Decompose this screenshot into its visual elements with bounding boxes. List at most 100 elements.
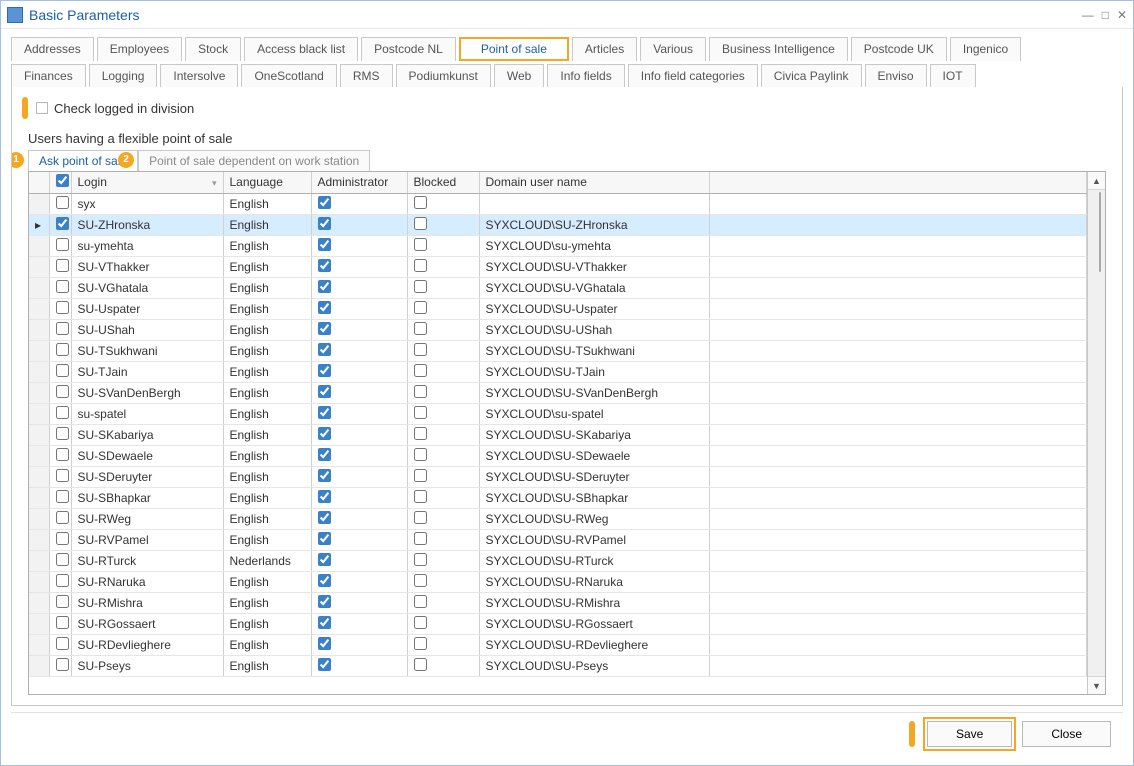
- row-select-cell[interactable]: [49, 403, 71, 424]
- close-window-button[interactable]: ✕: [1117, 8, 1127, 22]
- cell-admin[interactable]: [311, 571, 407, 592]
- cell-blocked[interactable]: [407, 529, 479, 550]
- row-select-cell[interactable]: [49, 613, 71, 634]
- cell-admin[interactable]: [311, 340, 407, 361]
- tab-various[interactable]: Various: [640, 37, 706, 61]
- cell-admin[interactable]: [311, 319, 407, 340]
- tab-info-field-categories[interactable]: Info field categories: [628, 64, 758, 87]
- row-select-cell[interactable]: [49, 319, 71, 340]
- cell-admin[interactable]: [311, 361, 407, 382]
- cell-blocked[interactable]: [407, 487, 479, 508]
- cell-admin[interactable]: [311, 466, 407, 487]
- table-row[interactable]: SU-RDevlieghereEnglishSYXCLOUD\SU-RDevli…: [29, 634, 1087, 655]
- col-domain[interactable]: Domain user name: [479, 172, 709, 193]
- cell-blocked[interactable]: [407, 634, 479, 655]
- save-button[interactable]: Save: [927, 721, 1012, 747]
- row-select-cell[interactable]: [49, 508, 71, 529]
- cell-admin[interactable]: [311, 508, 407, 529]
- cell-admin[interactable]: [311, 382, 407, 403]
- cell-blocked[interactable]: [407, 361, 479, 382]
- cell-blocked[interactable]: [407, 571, 479, 592]
- cell-blocked[interactable]: [407, 256, 479, 277]
- cell-blocked[interactable]: [407, 655, 479, 676]
- cell-blocked[interactable]: [407, 193, 479, 214]
- col-blocked[interactable]: Blocked: [407, 172, 479, 193]
- col-login[interactable]: Login▾: [71, 172, 223, 193]
- grid-scrollbar[interactable]: ▲ ▼: [1087, 172, 1105, 694]
- table-row[interactable]: SU-RNarukaEnglishSYXCLOUD\SU-RNaruka: [29, 571, 1087, 592]
- row-select-cell[interactable]: [49, 445, 71, 466]
- cell-blocked[interactable]: [407, 277, 479, 298]
- cell-blocked[interactable]: [407, 613, 479, 634]
- scroll-thumb[interactable]: [1099, 192, 1101, 272]
- cell-blocked[interactable]: [407, 214, 479, 235]
- cell-admin[interactable]: [311, 235, 407, 256]
- cell-blocked[interactable]: [407, 319, 479, 340]
- cell-blocked[interactable]: [407, 508, 479, 529]
- col-language[interactable]: Language: [223, 172, 311, 193]
- table-row[interactable]: SU-RTurckNederlandsSYXCLOUD\SU-RTurck: [29, 550, 1087, 571]
- table-row[interactable]: SU-UShahEnglishSYXCLOUD\SU-UShah: [29, 319, 1087, 340]
- table-row[interactable]: SU-UspaterEnglishSYXCLOUD\SU-Uspater: [29, 298, 1087, 319]
- table-row[interactable]: SU-RVPamelEnglishSYXCLOUD\SU-RVPamel: [29, 529, 1087, 550]
- tab-postcode-nl[interactable]: Postcode NL: [361, 37, 456, 61]
- row-select-cell[interactable]: [49, 592, 71, 613]
- table-row[interactable]: SU-SBhapkarEnglishSYXCLOUD\SU-SBhapkar: [29, 487, 1087, 508]
- row-select-cell[interactable]: [49, 361, 71, 382]
- tab-addresses[interactable]: Addresses: [11, 37, 94, 61]
- row-select-cell[interactable]: [49, 235, 71, 256]
- tab-logging[interactable]: Logging: [89, 64, 158, 87]
- row-select-cell[interactable]: [49, 529, 71, 550]
- cell-blocked[interactable]: [407, 592, 479, 613]
- tab-access-black-list[interactable]: Access black list: [244, 37, 358, 61]
- tab-enviso[interactable]: Enviso: [865, 64, 927, 87]
- tab-ingenico[interactable]: Ingenico: [950, 37, 1021, 61]
- cell-admin[interactable]: [311, 550, 407, 571]
- tab-business-intelligence[interactable]: Business Intelligence: [709, 37, 848, 61]
- table-row[interactable]: ▸SU-ZHronskaEnglishSYXCLOUD\SU-ZHronska: [29, 214, 1087, 235]
- row-select-cell[interactable]: [49, 571, 71, 592]
- cell-blocked[interactable]: [407, 403, 479, 424]
- tab-iot[interactable]: IOT: [930, 64, 976, 87]
- cell-admin[interactable]: [311, 298, 407, 319]
- cell-blocked[interactable]: [407, 235, 479, 256]
- row-select-cell[interactable]: [49, 655, 71, 676]
- row-select-cell[interactable]: [49, 487, 71, 508]
- table-row[interactable]: SU-TJainEnglishSYXCLOUD\SU-TJain: [29, 361, 1087, 382]
- row-select-cell[interactable]: [49, 340, 71, 361]
- cell-blocked[interactable]: [407, 340, 479, 361]
- cell-admin[interactable]: [311, 277, 407, 298]
- scroll-down-icon[interactable]: ▼: [1088, 676, 1105, 694]
- cell-admin[interactable]: [311, 256, 407, 277]
- subtab-point-of-sale-dependent-on-work-station[interactable]: Point of sale dependent on work station: [138, 150, 370, 171]
- tab-finances[interactable]: Finances: [11, 64, 86, 87]
- tab-rms[interactable]: RMS: [340, 64, 393, 87]
- cell-admin[interactable]: [311, 193, 407, 214]
- row-select-cell[interactable]: [49, 424, 71, 445]
- table-row[interactable]: SU-RGossaertEnglishSYXCLOUD\SU-RGossaert: [29, 613, 1087, 634]
- table-row[interactable]: SU-TSukhwaniEnglishSYXCLOUD\SU-TSukhwani: [29, 340, 1087, 361]
- row-select-cell[interactable]: [49, 466, 71, 487]
- cell-admin[interactable]: [311, 424, 407, 445]
- table-row[interactable]: su-spatelEnglishSYXCLOUD\su-spatel: [29, 403, 1087, 424]
- row-select-cell[interactable]: [49, 298, 71, 319]
- maximize-button[interactable]: □: [1102, 8, 1109, 22]
- row-select-cell[interactable]: [49, 256, 71, 277]
- tab-podiumkunst[interactable]: Podiumkunst: [396, 64, 491, 87]
- tab-info-fields[interactable]: Info fields: [547, 64, 624, 87]
- row-select-cell[interactable]: [49, 277, 71, 298]
- tab-articles[interactable]: Articles: [572, 37, 637, 61]
- tab-postcode-uk[interactable]: Postcode UK: [851, 37, 947, 61]
- cell-blocked[interactable]: [407, 424, 479, 445]
- cell-admin[interactable]: [311, 634, 407, 655]
- cell-admin[interactable]: [311, 445, 407, 466]
- table-row[interactable]: SU-RMishraEnglishSYXCLOUD\SU-RMishra: [29, 592, 1087, 613]
- table-row[interactable]: SU-SVanDenBerghEnglishSYXCLOUD\SU-SVanDe…: [29, 382, 1087, 403]
- cell-admin[interactable]: [311, 655, 407, 676]
- cell-admin[interactable]: [311, 487, 407, 508]
- row-select-cell[interactable]: [49, 193, 71, 214]
- table-row[interactable]: SU-VGhatalaEnglishSYXCLOUD\SU-VGhatala: [29, 277, 1087, 298]
- row-select-cell[interactable]: [49, 550, 71, 571]
- cell-admin[interactable]: [311, 592, 407, 613]
- check-logged-in-checkbox[interactable]: [36, 102, 48, 114]
